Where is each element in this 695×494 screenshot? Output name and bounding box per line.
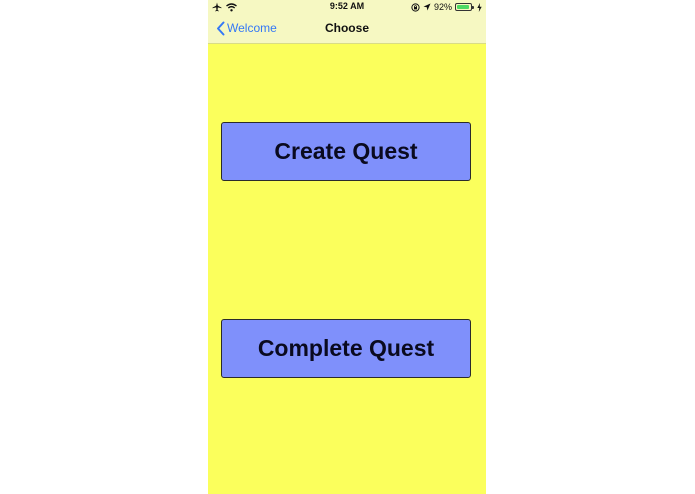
nav-title: Choose bbox=[324, 21, 369, 35]
create-quest-label: Create Quest bbox=[274, 138, 418, 164]
charging-bolt-icon bbox=[477, 2, 482, 12]
complete-quest-button[interactable]: Complete Quest bbox=[221, 319, 471, 378]
battery-percent: 92% bbox=[433, 2, 452, 12]
status-right-group: 92% bbox=[411, 1, 482, 13]
battery-icon bbox=[455, 3, 474, 11]
location-arrow-icon bbox=[423, 3, 431, 11]
battery-level bbox=[457, 5, 469, 9]
app-screen: 9:52 AM 92% Welcome Choose Create Quest … bbox=[208, 0, 486, 494]
status-bar: 9:52 AM 92% bbox=[208, 0, 486, 14]
create-quest-button[interactable]: Create Quest bbox=[221, 122, 471, 181]
orientation-lock-icon bbox=[411, 2, 420, 12]
navigation-bar: Welcome Choose bbox=[208, 14, 486, 44]
complete-quest-label: Complete Quest bbox=[257, 335, 435, 361]
